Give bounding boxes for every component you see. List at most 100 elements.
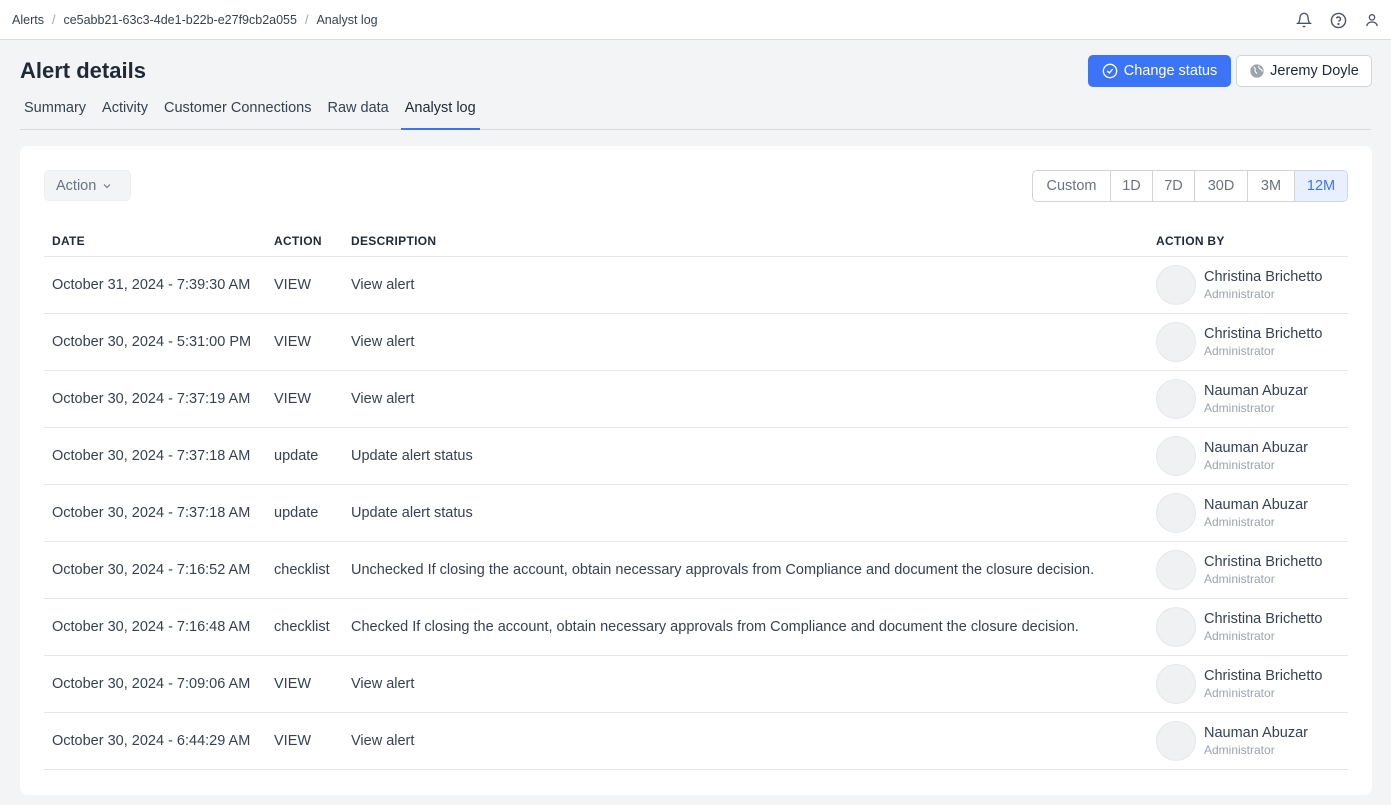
- row-date: October 30, 2024 - 6:44:29 AM: [52, 733, 251, 749]
- range-7d[interactable]: 7D: [1153, 171, 1195, 201]
- date-range-selector: Custom 1D 7D 30D 3M 12M: [1032, 170, 1348, 202]
- row-date: October 30, 2024 - 5:31:00 PM: [52, 334, 252, 350]
- tab-activity[interactable]: Activity: [98, 96, 152, 130]
- tab-customer-connections[interactable]: Customer Connections: [160, 96, 316, 130]
- globe-icon: [1249, 63, 1265, 79]
- avatar: [1156, 265, 1196, 305]
- avatar: [1156, 493, 1196, 533]
- row-date: October 30, 2024 - 7:09:06 AM: [52, 676, 251, 692]
- row-action-by: Nauman Abuzar Administrator: [1156, 379, 1348, 419]
- assignee-name: Jeremy Doyle: [1270, 63, 1359, 79]
- actor-name: Nauman Abuzar: [1204, 725, 1308, 741]
- row-description: Unchecked If closing the account, obtain…: [351, 562, 1095, 578]
- row-date: October 30, 2024 - 7:16:48 AM: [52, 619, 251, 635]
- row-action-by: Christina Brichetto Administrator: [1156, 607, 1348, 647]
- row-description: Update alert status: [351, 505, 473, 521]
- column-description: DESCRIPTION: [351, 234, 437, 248]
- actor-name: Nauman Abuzar: [1204, 383, 1308, 399]
- row-action: update: [274, 448, 319, 464]
- actor-name: Christina Brichetto: [1204, 611, 1323, 627]
- column-date: DATE: [52, 234, 85, 248]
- actor-info: Christina Brichetto Administrator: [1204, 611, 1322, 643]
- row-action: VIEW: [274, 676, 312, 692]
- avatar: [1156, 322, 1196, 362]
- breadcrumb-separator: /: [304, 12, 309, 27]
- column-action-by: ACTION BY: [1156, 234, 1225, 248]
- table-row: October 30, 2024 - 7:16:52 AM checklist Un…: [44, 542, 1348, 599]
- actor-role: Administrator: [1204, 515, 1275, 529]
- table-row: October 30, 2024 - 7:09:06 AM VIEW View al…: [44, 656, 1348, 713]
- actor-role: Administrator: [1204, 458, 1275, 472]
- action-filter-dropdown[interactable]: Action: [44, 170, 131, 201]
- row-action: VIEW: [274, 391, 312, 407]
- table-row: October 30, 2024 - 5:31:00 PM VIEW View al…: [44, 314, 1348, 371]
- row-action-by: Christina Brichetto Administrator: [1156, 664, 1348, 704]
- row-action: VIEW: [274, 733, 312, 749]
- table-row: October 30, 2024 - 7:37:19 AM VIEW View al…: [44, 371, 1348, 428]
- range-1d[interactable]: 1D: [1111, 171, 1153, 201]
- breadcrumb-current: Analyst log: [316, 12, 378, 27]
- row-description: View alert: [351, 334, 415, 350]
- range-30d[interactable]: 30D: [1195, 171, 1248, 201]
- actor-info: Nauman Abuzar Administrator: [1204, 725, 1308, 757]
- avatar: [1156, 550, 1196, 590]
- actor-info: Nauman Abuzar Administrator: [1204, 383, 1308, 415]
- change-status-button[interactable]: Change status: [1088, 55, 1231, 87]
- actor-role: Administrator: [1204, 287, 1275, 301]
- help-icon[interactable]: [1327, 9, 1349, 31]
- row-description: Update alert status: [351, 448, 473, 464]
- actor-name: Christina Brichetto: [1204, 668, 1323, 684]
- breadcrumb-alerts[interactable]: Alerts: [12, 13, 44, 27]
- analyst-log-table: DATE ACTION DESCRIPTION ACTION BY Octobe…: [44, 226, 1348, 770]
- row-description: View alert: [351, 391, 415, 407]
- tab-raw-data[interactable]: Raw data: [323, 96, 392, 130]
- row-action-by: Christina Brichetto Administrator: [1156, 265, 1348, 305]
- avatar: [1156, 607, 1196, 647]
- actor-info: Christina Brichetto Administrator: [1204, 269, 1322, 301]
- table-row: October 30, 2024 - 6:44:29 AM VIEW View al…: [44, 713, 1348, 770]
- actor-name: Christina Brichetto: [1204, 269, 1323, 285]
- actor-name: Nauman Abuzar: [1204, 440, 1308, 456]
- breadcrumb-separator: /: [51, 12, 56, 27]
- table-row: October 30, 2024 - 7:16:48 AM checklist Ch…: [44, 599, 1348, 656]
- assignee-button[interactable]: Jeremy Doyle: [1236, 55, 1372, 87]
- action-filter-label: Action: [56, 177, 97, 194]
- table-header: DATE ACTION DESCRIPTION ACTION BY: [44, 226, 1348, 257]
- actor-info: Christina Brichetto Administrator: [1204, 668, 1322, 700]
- actor-info: Nauman Abuzar Administrator: [1204, 440, 1308, 472]
- table-row: October 30, 2024 - 7:37:18 AM update Updat…: [44, 428, 1348, 485]
- row-date: October 30, 2024 - 7:16:52 AM: [52, 562, 251, 578]
- actor-info: Christina Brichetto Administrator: [1204, 326, 1322, 358]
- user-icon[interactable]: [1361, 9, 1383, 31]
- check-circle-icon: [1102, 63, 1118, 79]
- column-action: ACTION: [274, 234, 322, 248]
- row-action: VIEW: [274, 277, 312, 293]
- row-action: VIEW: [274, 334, 312, 350]
- row-date: October 31, 2024 - 7:39:30 AM: [52, 277, 251, 293]
- actor-info: Nauman Abuzar Administrator: [1204, 497, 1308, 529]
- tab-bar: Summary Activity Customer Connections Ra…: [20, 96, 1371, 130]
- actor-role: Administrator: [1204, 572, 1275, 586]
- tab-analyst-log[interactable]: Analyst log: [400, 96, 480, 130]
- row-date: October 30, 2024 - 7:37:19 AM: [52, 391, 251, 407]
- breadcrumb-alert-id[interactable]: ce5abb21-63c3-4de1-b22b-e27f9cb2a055: [63, 13, 297, 27]
- avatar: [1156, 436, 1196, 476]
- analyst-log-card: Action Custom 1D 7D 30D 3M 12M DATE ACTI…: [20, 146, 1372, 795]
- range-custom[interactable]: Custom: [1033, 171, 1111, 201]
- row-action-by: Nauman Abuzar Administrator: [1156, 493, 1348, 533]
- row-description: Checked If closing the account, obtain n…: [351, 619, 1079, 635]
- actor-role: Administrator: [1204, 629, 1275, 643]
- avatar: [1156, 721, 1196, 761]
- bell-icon[interactable]: [1293, 9, 1315, 31]
- top-bar: Alerts / ce5abb21-63c3-4de1-b22b-e27f9cb…: [0, 0, 1391, 40]
- row-date: October 30, 2024 - 7:37:18 AM: [52, 505, 251, 521]
- range-3m[interactable]: 3M: [1248, 171, 1295, 201]
- row-description: View alert: [351, 733, 415, 749]
- row-action: update: [274, 505, 319, 521]
- range-12m[interactable]: 12M: [1295, 171, 1347, 201]
- row-description: View alert: [351, 277, 415, 293]
- actor-name: Christina Brichetto: [1204, 554, 1323, 570]
- tab-summary[interactable]: Summary: [20, 96, 90, 130]
- actor-name: Nauman Abuzar: [1204, 497, 1308, 513]
- row-action-by: Nauman Abuzar Administrator: [1156, 436, 1348, 476]
